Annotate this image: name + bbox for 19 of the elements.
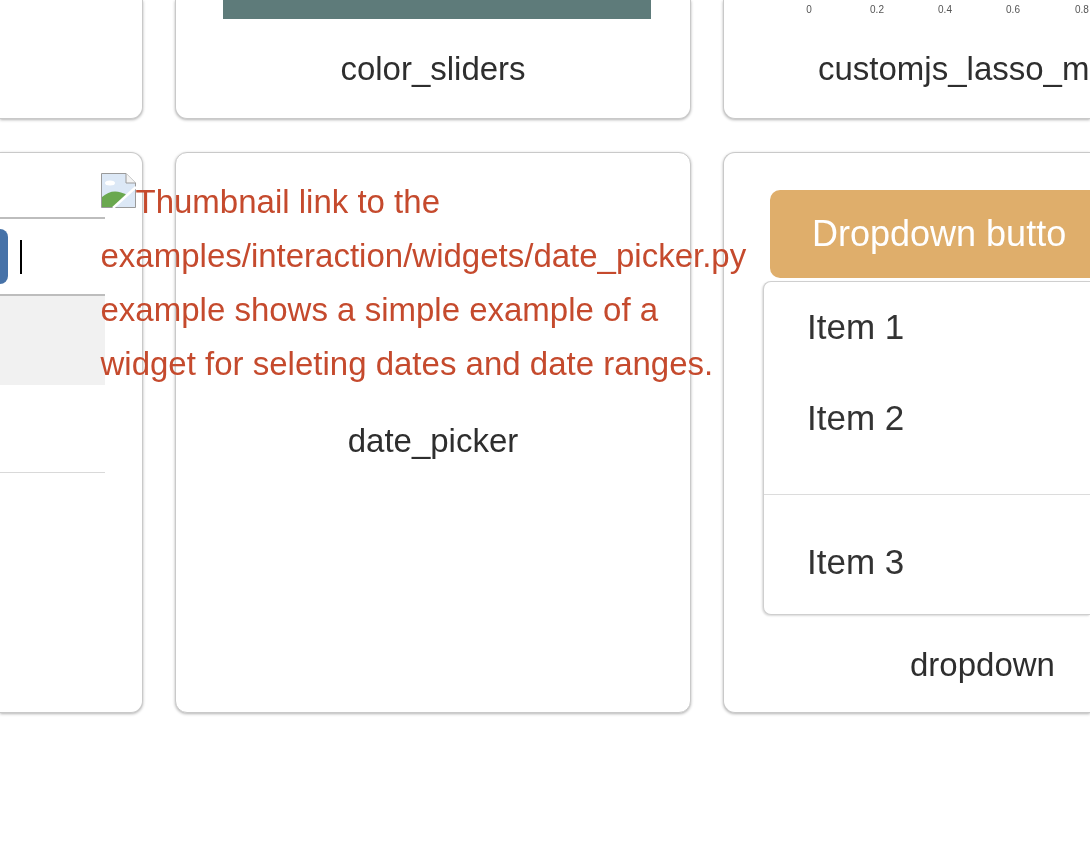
- alt-text: Thumbnail link to the: [135, 182, 440, 222]
- menu-item[interactable]: Item 3: [764, 517, 1090, 608]
- example-title: customjs_lasso_m: [818, 49, 1090, 89]
- example-title: dropdown: [910, 645, 1055, 685]
- text-cursor: [20, 239, 22, 274]
- example-title: date_picker: [347, 421, 519, 461]
- menu-item[interactable]: Item 1: [764, 282, 1090, 373]
- alt-text: examples/interaction/widgets/date_picker.py example shows a simple example of a widget for seleting dates and date ranges.: [100, 236, 747, 384]
- marker-icon: [0, 229, 8, 284]
- axis-tick-label: 0.6: [1006, 3, 1020, 16]
- broken-image-icon: [100, 173, 136, 208]
- axis-tick-label: 0: [806, 3, 812, 16]
- axis-tick-label: 0.8: [1075, 3, 1089, 16]
- axis-tick-label: 0.2: [870, 3, 884, 16]
- menu-item[interactable]: Item 2: [764, 373, 1090, 464]
- example-card[interactable]: 0 0.2 0.4 0.6 0.8 customjs_lasso_m: [723, 0, 1090, 119]
- example-card[interactable]: color_sliders: [175, 0, 691, 119]
- example-title: color_sliders: [340, 49, 526, 89]
- axis-tick-label: 0.4: [938, 3, 952, 16]
